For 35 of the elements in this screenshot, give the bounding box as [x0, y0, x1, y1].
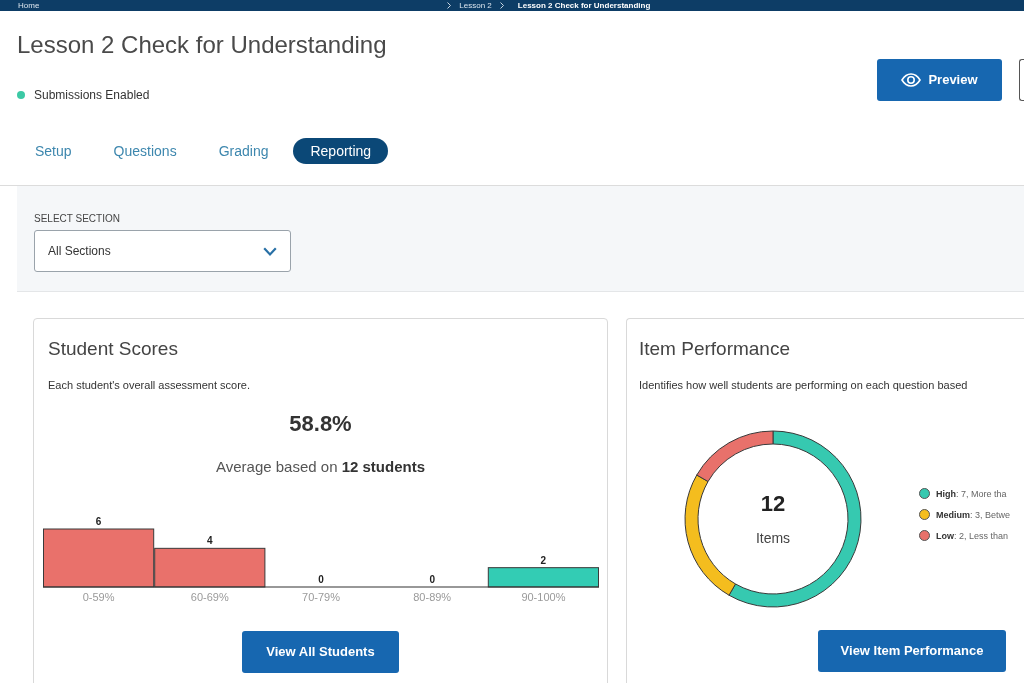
section-select[interactable]: All Sections	[34, 230, 291, 272]
chevron-icon	[447, 2, 452, 9]
legend-text: Low: 2, Less than	[936, 529, 1009, 542]
item-count-label: Items	[755, 529, 791, 547]
legend-text: High: 7, More tha	[936, 487, 1007, 500]
breadcrumb-link[interactable]: Home	[18, 1, 40, 11]
view-items-button[interactable]: View Item Performance	[818, 630, 1006, 672]
view-students-button[interactable]: View All Students	[242, 631, 399, 673]
average-caption: Average based on 12 students	[216, 458, 425, 476]
bar-value-label: 2	[540, 554, 547, 566]
eye-icon	[901, 73, 922, 87]
breadcrumb-current-page: Lesson 2 Check for Understanding	[517, 1, 651, 11]
chevron-down-icon	[263, 246, 277, 256]
panel-description: Identifies how well students are performing on each question based	[639, 378, 968, 392]
tab[interactable]: Questions	[96, 138, 194, 164]
item-count: 12	[760, 491, 786, 517]
tab[interactable]: Setup	[18, 138, 89, 164]
bar-value-label: 0	[429, 574, 435, 585]
outline-button[interactable]	[1019, 59, 1024, 101]
page-title: Lesson 2 Check for Understanding	[17, 31, 387, 59]
bar-value-label: 6	[95, 516, 102, 527]
bar-value-label: 0	[318, 574, 324, 585]
average-score: 58.8%	[289, 411, 352, 437]
bar-value-label: 4	[207, 535, 213, 547]
status-text: Submissions Enabled	[34, 87, 150, 103]
tab[interactable]: Grading	[201, 138, 286, 164]
panel-title: Item Performance	[639, 338, 790, 360]
tab[interactable]: Reporting	[293, 138, 389, 164]
breadcrumb-link[interactable]: Lesson 2	[459, 1, 492, 11]
preview-button[interactable]: Preview	[877, 59, 1002, 101]
legend-text: Medium: 3, Betwe	[936, 508, 1011, 521]
chevron-icon	[499, 2, 504, 9]
panel-title: Student Scores	[48, 338, 178, 360]
panel-description: Each student's overall assessment score.	[48, 378, 251, 392]
field-label: SELECT SECTION	[34, 213, 120, 225]
